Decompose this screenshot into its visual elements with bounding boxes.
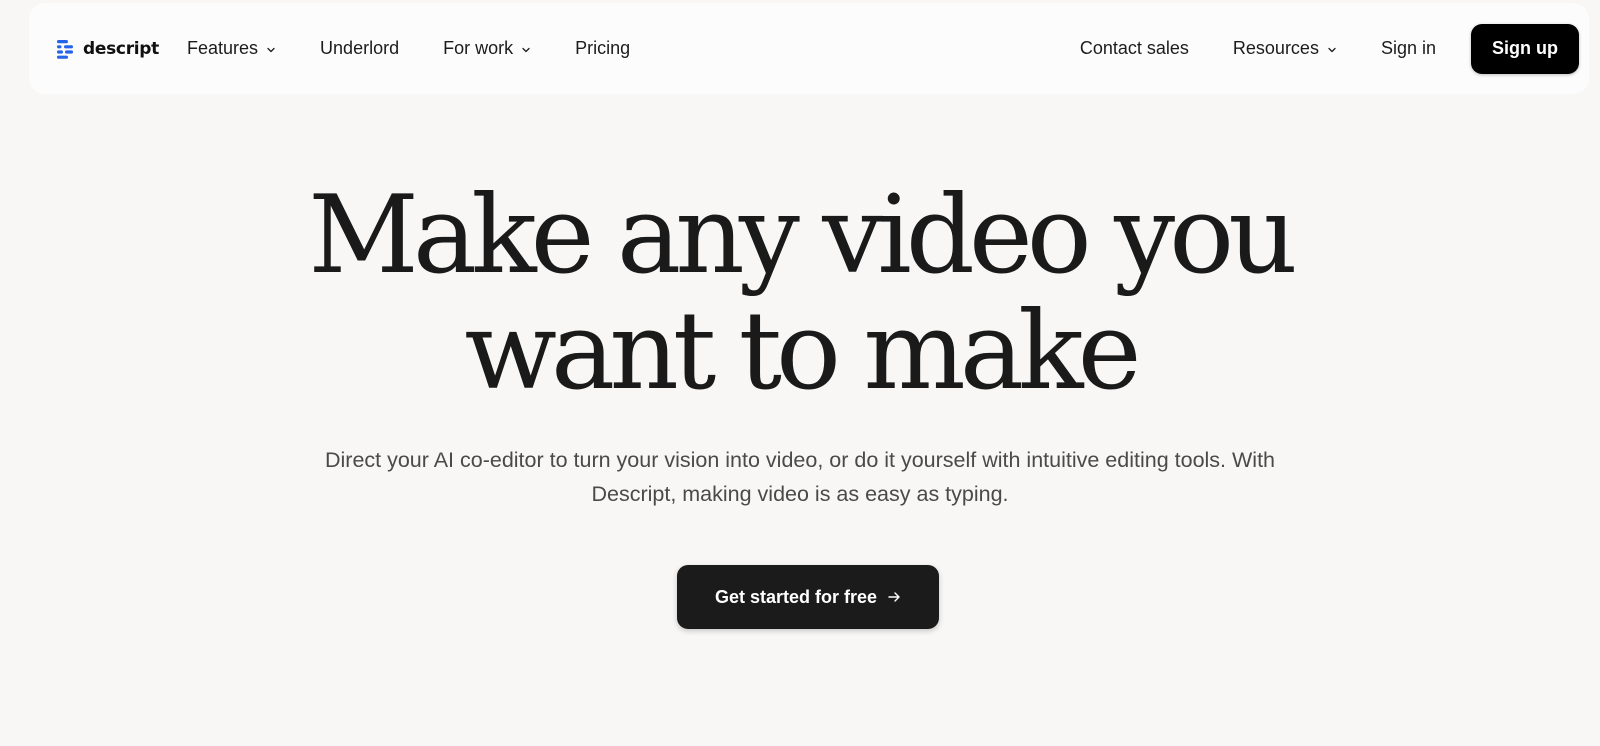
nav-underlord[interactable]: Underlord <box>320 38 399 59</box>
sign-up-button[interactable]: Sign up <box>1471 23 1579 74</box>
chevron-down-icon <box>267 47 275 52</box>
nav-for-work[interactable]: For work <box>443 38 531 59</box>
hero-subtitle: Direct your AI co-editor to turn your vi… <box>324 448 1275 506</box>
get-started-button[interactable]: Get started for free <box>677 565 939 629</box>
nav-contact-sales[interactable]: Contact sales <box>1080 38 1189 59</box>
secondary-nav: Contact sales Resources Sign in Sign up <box>1036 3 1579 94</box>
primary-nav: Features Underlord For work Pricing <box>187 3 674 94</box>
nav-pricing[interactable]: Pricing <box>575 38 630 59</box>
chevron-down-icon <box>522 47 530 52</box>
brand-logo[interactable]: descript <box>55 37 159 61</box>
nav-resources-label: Resources <box>1232 38 1319 58</box>
nav-for-work-label: For work <box>443 38 514 58</box>
nav-sign-in[interactable]: Sign in <box>1381 38 1436 59</box>
nav-resources[interactable]: Resources <box>1233 38 1337 59</box>
brand-name: descript <box>83 39 160 59</box>
get-started-label: Get started for free <box>714 586 878 607</box>
hero-title-line-2: want to make <box>464 289 1141 414</box>
nav-features[interactable]: Features <box>187 38 276 59</box>
chevron-down-icon <box>1328 47 1336 52</box>
arrow-right-icon <box>888 592 900 602</box>
nav-features-label: Features <box>187 38 259 58</box>
hero-title: Make any video you want to make <box>0 178 1600 410</box>
nav-underlord-label: Underlord <box>320 38 400 58</box>
nav-pricing-label: Pricing <box>575 38 631 58</box>
descript-logo-icon <box>57 40 73 59</box>
nav-sign-in-label: Sign in <box>1380 38 1436 58</box>
hero-title-line-1: Make any video you <box>308 173 1297 298</box>
top-navbar: descript Features Underlord For work Pri… <box>29 3 1589 94</box>
nav-contact-sales-label: Contact sales <box>1079 38 1189 58</box>
